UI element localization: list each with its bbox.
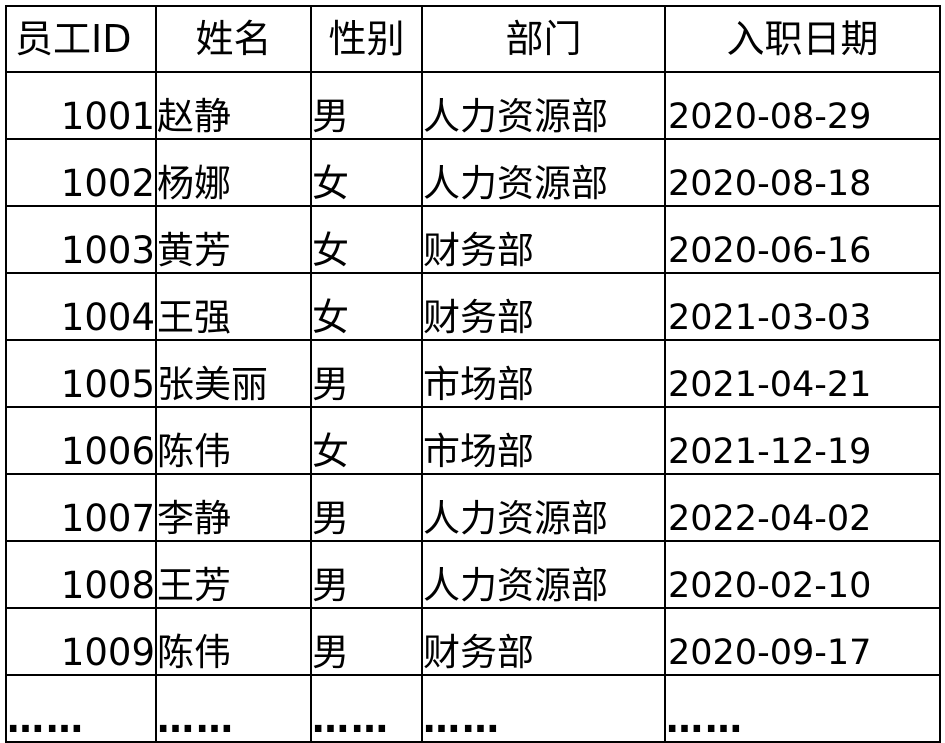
cell-gender: 男 — [310, 540, 423, 609]
cell-hire-date: 2021-12-19 — [664, 406, 941, 475]
cell-name: 王芳 — [155, 540, 312, 609]
cell-department: 人力资源部 — [421, 540, 666, 609]
table-row: 1002 杨娜 女 人力资源部 2020-08-18 — [5, 138, 941, 207]
table-row: 1003 黄芳 女 财务部 2020-06-16 — [5, 205, 941, 274]
cell-id: 1009 — [5, 607, 157, 676]
cell-name: 杨娜 — [155, 138, 312, 207]
table-row: 1001 赵静 男 人力资源部 2020-08-29 — [5, 71, 941, 140]
cell-gender: 男 — [310, 607, 423, 676]
cell-gender: 男 — [310, 339, 423, 408]
column-header-hire-date: 入职日期 — [664, 5, 941, 73]
cell-name: 李静 — [155, 473, 312, 542]
table-row: 1008 王芳 男 人力资源部 2020-02-10 — [5, 540, 941, 609]
cell-gender: 女 — [310, 406, 423, 475]
cell-name: 陈伟 — [155, 607, 312, 676]
cell-id: 1003 — [5, 205, 157, 274]
cell-hire-date: 2021-04-21 — [664, 339, 941, 408]
cell-department: 人力资源部 — [421, 473, 666, 542]
cell-gender: 女 — [310, 272, 423, 341]
table-row: 1007 李静 男 人力资源部 2022-04-02 — [5, 473, 941, 542]
cell-hire-date: 2021-03-03 — [664, 272, 941, 341]
cell-id: 1008 — [5, 540, 157, 609]
cell-department: 市场部 — [421, 406, 666, 475]
cell-hire-date: 2020-06-16 — [664, 205, 941, 274]
cell-name: 赵静 — [155, 71, 312, 140]
cell-gender: 女 — [310, 205, 423, 274]
ellipsis-row: …… …… …… …… …… — [5, 674, 941, 743]
cell-hire-date: 2022-04-02 — [664, 473, 941, 542]
table-row: 1009 陈伟 男 财务部 2020-09-17 — [5, 607, 941, 676]
employee-table: 员工ID 姓名 性别 部门 入职日期 1001 赵静 男 人力资源部 2020-… — [5, 5, 941, 743]
column-header-id: 员工ID — [5, 5, 157, 73]
cell-department: 财务部 — [421, 607, 666, 676]
cell-department: 财务部 — [421, 272, 666, 341]
column-header-name: 姓名 — [155, 5, 312, 73]
cell-department: 人力资源部 — [421, 71, 666, 140]
cell-ellipsis: …… — [5, 674, 157, 743]
cell-name: 黄芳 — [155, 205, 312, 274]
cell-gender: 女 — [310, 138, 423, 207]
cell-hire-date: 2020-08-29 — [664, 71, 941, 140]
table-row: 1006 陈伟 女 市场部 2021-12-19 — [5, 406, 941, 475]
cell-hire-date: 2020-09-17 — [664, 607, 941, 676]
cell-hire-date: 2020-02-10 — [664, 540, 941, 609]
cell-department: 人力资源部 — [421, 138, 666, 207]
cell-id: 1004 — [5, 272, 157, 341]
cell-department: 财务部 — [421, 205, 666, 274]
cell-id: 1006 — [5, 406, 157, 475]
header-row: 员工ID 姓名 性别 部门 入职日期 — [5, 5, 941, 73]
cell-id: 1005 — [5, 339, 157, 408]
cell-id: 1002 — [5, 138, 157, 207]
table-row: 1005 张美丽 男 市场部 2021-04-21 — [5, 339, 941, 408]
cell-gender: 男 — [310, 473, 423, 542]
cell-department: 市场部 — [421, 339, 666, 408]
cell-hire-date: 2020-08-18 — [664, 138, 941, 207]
cell-id: 1001 — [5, 71, 157, 140]
cell-name: 王强 — [155, 272, 312, 341]
cell-gender: 男 — [310, 71, 423, 140]
cell-name: 陈伟 — [155, 406, 312, 475]
cell-id: 1007 — [5, 473, 157, 542]
cell-name: 张美丽 — [155, 339, 312, 408]
table-row: 1004 王强 女 财务部 2021-03-03 — [5, 272, 941, 341]
cell-ellipsis: …… — [421, 674, 666, 743]
cell-ellipsis: …… — [664, 674, 941, 743]
column-header-department: 部门 — [421, 5, 666, 73]
cell-ellipsis: …… — [310, 674, 423, 743]
column-header-gender: 性别 — [310, 5, 423, 73]
cell-ellipsis: …… — [155, 674, 312, 743]
